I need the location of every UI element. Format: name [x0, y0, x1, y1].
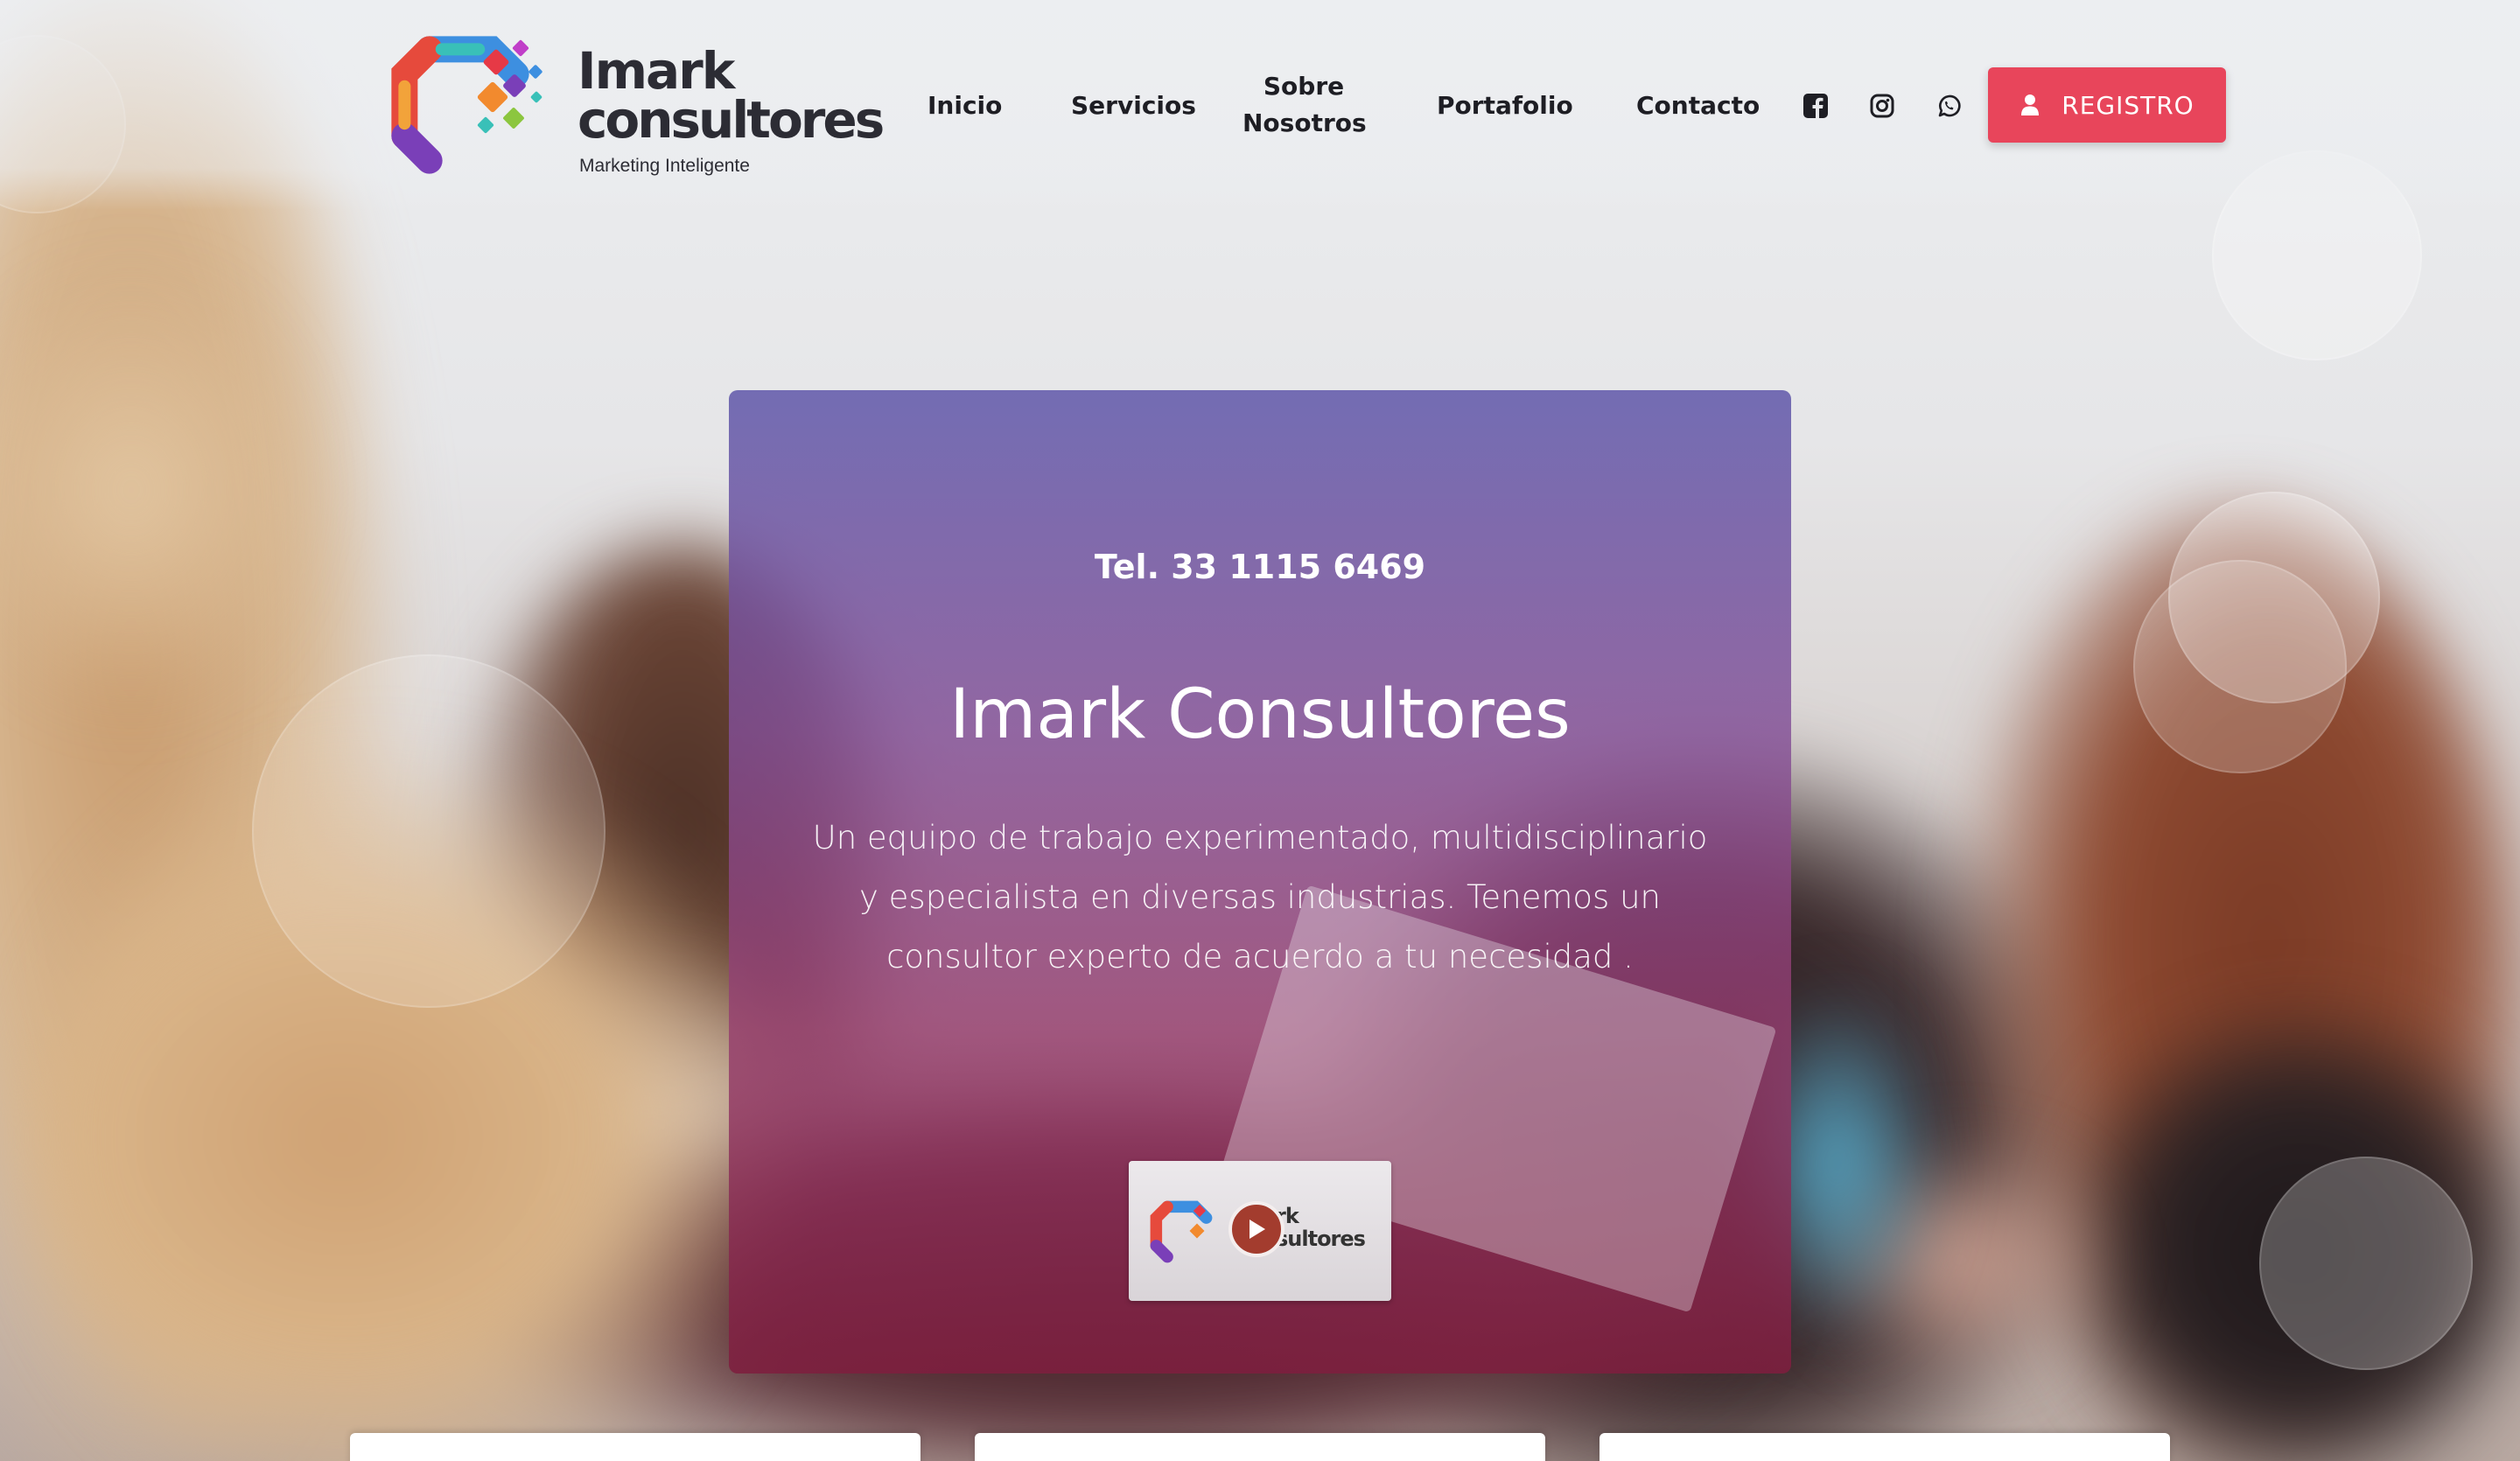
- logo-tagline: Marketing Inteligente: [579, 156, 750, 176]
- play-icon[interactable]: [1228, 1201, 1284, 1257]
- service-card[interactable]: [1600, 1433, 2170, 1461]
- nav-item-servicios[interactable]: Servicios: [1071, 87, 1196, 124]
- brand-logo[interactable]: Imark consultores Marketing Inteligente: [374, 23, 885, 189]
- user-icon: [2021, 94, 2040, 115]
- decorative-circle: [252, 654, 606, 1008]
- service-card[interactable]: [975, 1433, 1545, 1461]
- logo-name-line2: consultores: [578, 90, 885, 150]
- registro-button-label: REGISTRO: [2062, 90, 2194, 120]
- nav-item-sobre-nosotros[interactable]: Sobre Nosotros: [1242, 68, 1367, 142]
- hero-phone: Tel. 33 1115 6469: [1094, 548, 1426, 586]
- video-thumbnail[interactable]: rk sultores: [1129, 1161, 1391, 1301]
- nav-item-contacto[interactable]: Contacto: [1636, 87, 1760, 124]
- whatsapp-icon[interactable]: [1934, 91, 1964, 121]
- site-header: Imark consultores Marketing Inteligente …: [0, 0, 2520, 210]
- registro-button[interactable]: REGISTRO: [1988, 67, 2226, 143]
- video-thumb-text: rk sultores: [1276, 1204, 1366, 1251]
- hero-card: Tel. 33 1115 6469 Imark Consultores Un e…: [729, 390, 1791, 1374]
- logo-mark-icon: [391, 36, 542, 174]
- service-card[interactable]: [350, 1433, 920, 1461]
- facebook-icon[interactable]: [1801, 91, 1830, 121]
- hero-title: Imark Consultores: [949, 675, 1571, 754]
- instagram-icon[interactable]: [1867, 91, 1897, 121]
- video-logo-mark-icon: [1150, 1200, 1213, 1263]
- nav-item-inicio[interactable]: Inicio: [928, 87, 1002, 124]
- hero-description: Un equipo de trabajo experimentado, mult…: [812, 819, 1708, 975]
- logo-name-line1: Imark: [578, 41, 735, 101]
- decorative-circle: [2133, 560, 2347, 773]
- nav-item-portafolio[interactable]: Portafolio: [1437, 87, 1573, 124]
- decorative-circle: [2259, 1157, 2473, 1370]
